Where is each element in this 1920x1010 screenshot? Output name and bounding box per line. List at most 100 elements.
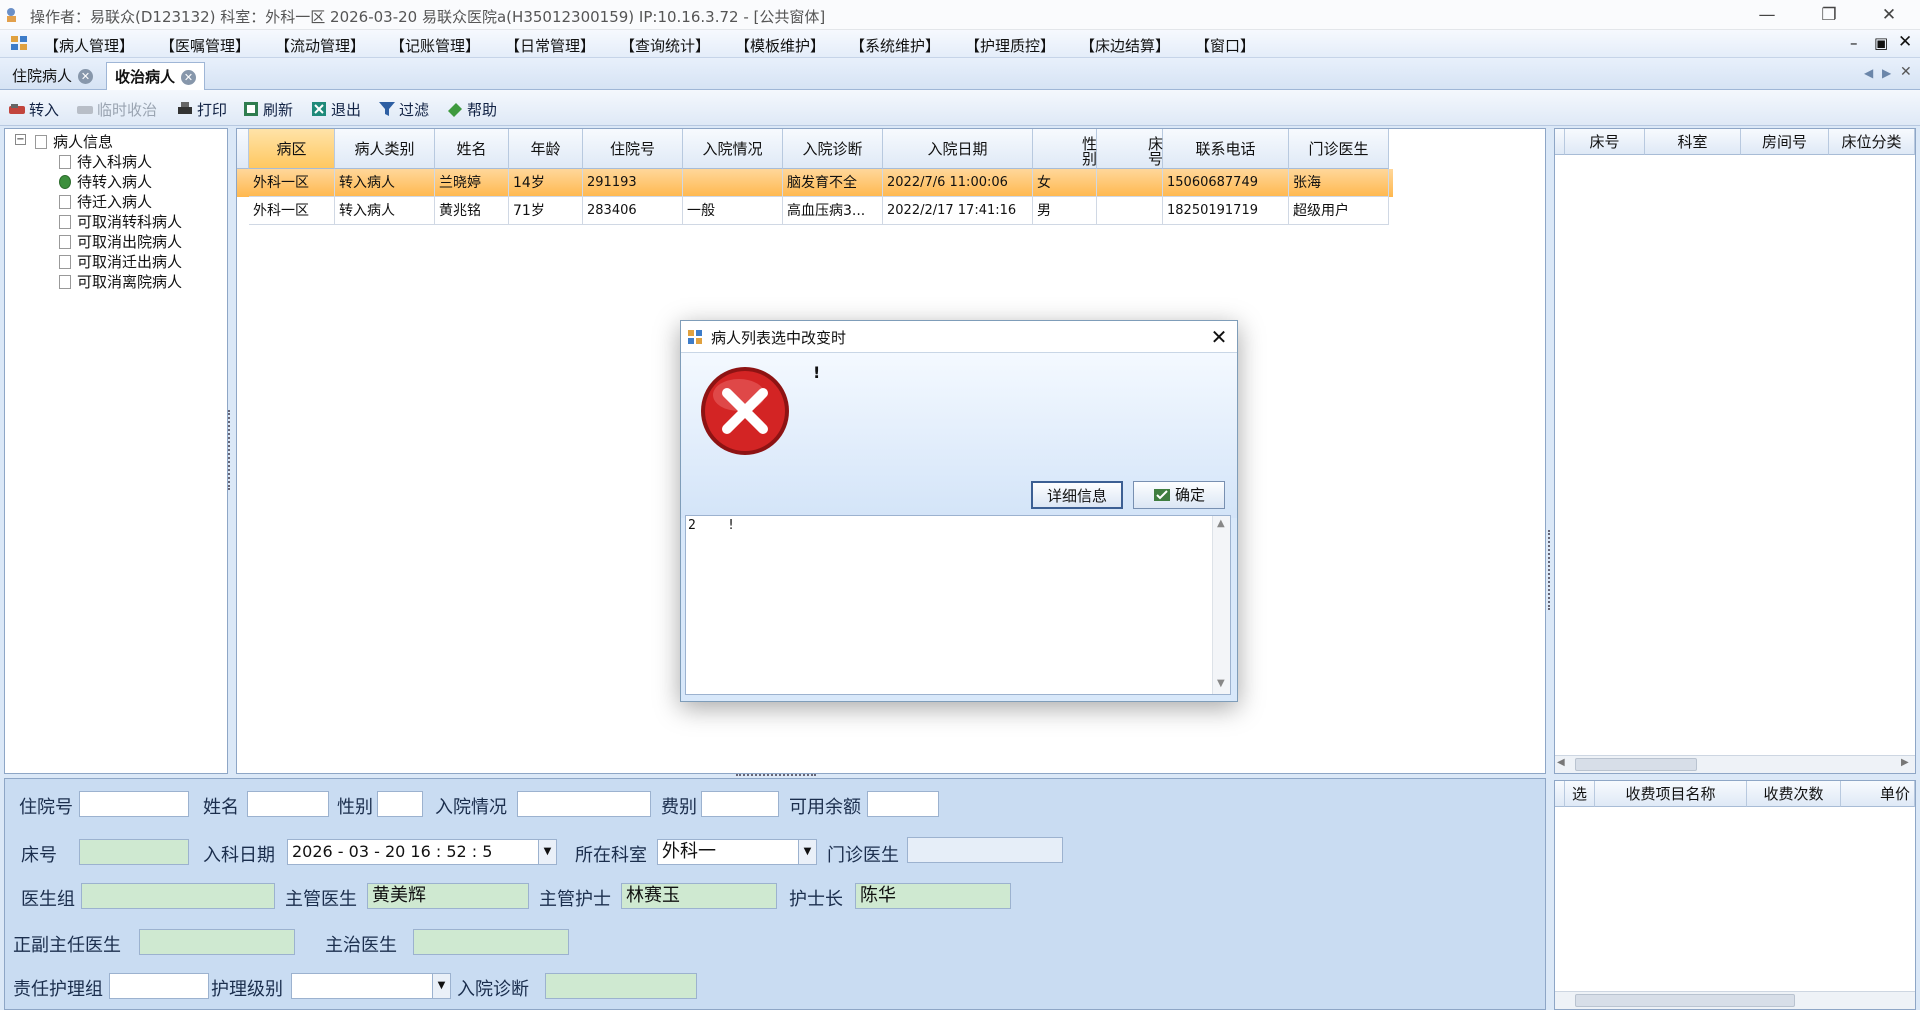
column-header[interactable]: 入院日期: [883, 129, 1033, 169]
scroll-up-icon[interactable]: ▲: [1217, 518, 1225, 529]
scrollbar-thumb[interactable]: [1575, 994, 1795, 1007]
horizontal-scrollbar[interactable]: ◀ ▶: [1555, 755, 1915, 773]
column-header[interactable]: 病人类别: [335, 129, 435, 169]
horizontal-scrollbar[interactable]: [1555, 991, 1915, 1009]
column-header[interactable]: 门诊医生: [1289, 129, 1389, 169]
fee-type-input[interactable]: [701, 791, 779, 817]
tree-item[interactable]: 可取消迁出病人: [59, 251, 182, 271]
mdi-minimize-button[interactable]: –: [1850, 34, 1858, 52]
scroll-right-icon[interactable]: ▶: [1901, 757, 1909, 768]
splitter-handle[interactable]: [1548, 530, 1552, 610]
tree-item[interactable]: 待转入病人: [59, 171, 152, 191]
menu-patient-management[interactable]: 【病人管理】: [44, 35, 134, 56]
menu-bedside-settlement[interactable]: 【床边结算】: [1080, 35, 1170, 56]
column-header[interactable]: 收费次数: [1747, 781, 1841, 807]
menu-nursing-qc[interactable]: 【护理质控】: [965, 35, 1055, 56]
chief-doctor-input[interactable]: [139, 929, 295, 955]
column-header[interactable]: 床号: [1565, 129, 1645, 155]
help-button[interactable]: 帮助: [446, 99, 497, 120]
restore-button[interactable]: ❐: [1806, 0, 1852, 30]
column-header[interactable]: 病区: [249, 129, 335, 169]
mdi-restore-button[interactable]: ▣: [1874, 34, 1888, 52]
menu-flow-management[interactable]: 【流动管理】: [275, 35, 365, 56]
transfer-in-button[interactable]: 转入: [8, 99, 59, 120]
menu-daily-management[interactable]: 【日常管理】: [505, 35, 595, 56]
details-textarea[interactable]: 2 ! ▲ ▼: [685, 515, 1231, 695]
tab-scroll-left-icon[interactable]: ◀: [1864, 66, 1873, 80]
column-header[interactable]: 科室: [1645, 129, 1741, 155]
mdi-close-button[interactable]: ✕: [1898, 32, 1912, 52]
column-header[interactable]: 入院情况: [683, 129, 783, 169]
scrollbar-thumb[interactable]: [1575, 758, 1697, 771]
dialog-close-button[interactable]: ✕: [1205, 323, 1233, 351]
gender-input[interactable]: [377, 791, 423, 817]
scroll-left-icon[interactable]: ◀: [1557, 757, 1565, 768]
menu-template-maintenance[interactable]: 【模板维护】: [735, 35, 825, 56]
dept-select[interactable]: 外科一 ▼: [657, 839, 817, 865]
close-tab-icon[interactable]: ✕: [181, 70, 197, 85]
dropdown-arrow-icon[interactable]: ▼: [538, 840, 556, 864]
tab-inpatients[interactable]: 住院病人 ✕: [4, 62, 101, 90]
tab-scroll-right-icon[interactable]: ▶: [1882, 66, 1891, 80]
nursing-level-select[interactable]: ▼: [291, 973, 451, 999]
diagnosis-input[interactable]: [545, 973, 697, 999]
balance-input[interactable]: [867, 791, 939, 817]
tab-close-all-icon[interactable]: ✕: [1900, 64, 1912, 80]
column-header[interactable]: 选: [1565, 781, 1595, 807]
tree-item[interactable]: 可取消离院病人: [59, 271, 182, 291]
column-header[interactable]: 年龄: [509, 129, 583, 169]
tree-collapse-icon[interactable]: −: [15, 134, 26, 145]
column-header[interactable]: 床号: [1097, 129, 1164, 169]
dropdown-arrow-icon[interactable]: ▼: [432, 974, 450, 998]
name-input[interactable]: [247, 791, 329, 817]
bed-no-input[interactable]: [79, 839, 189, 865]
splitter-handle[interactable]: [228, 410, 234, 490]
column-header[interactable]: 姓名: [435, 129, 509, 169]
head-nurse-input[interactable]: 陈华: [855, 883, 1011, 909]
admission-status-input[interactable]: [517, 791, 651, 817]
attending-doctor-input[interactable]: 黄美辉: [367, 883, 529, 909]
menu-system-maintenance[interactable]: 【系统维护】: [850, 35, 940, 56]
details-button[interactable]: 详细信息: [1031, 481, 1123, 509]
close-tab-icon[interactable]: ✕: [78, 69, 94, 84]
column-header[interactable]: 房间号: [1741, 129, 1829, 155]
tree-item[interactable]: 可取消出院病人: [59, 231, 182, 251]
print-button[interactable]: 打印: [176, 99, 227, 120]
refresh-button[interactable]: 刷新: [242, 99, 293, 120]
menu-billing-management[interactable]: 【记账管理】: [390, 35, 480, 56]
column-header[interactable]: 住院号: [583, 129, 683, 169]
tree-item[interactable]: 待入科病人: [59, 151, 152, 171]
dropdown-arrow-icon[interactable]: ▼: [798, 840, 816, 864]
column-header[interactable]: 性别: [1033, 129, 1098, 169]
temp-admit-button[interactable]: 临时收治: [76, 99, 157, 120]
nursing-group-input[interactable]: [109, 973, 209, 999]
app-menu-icon[interactable]: [10, 35, 28, 51]
scroll-down-icon[interactable]: ▼: [1217, 678, 1225, 689]
dept-date-picker[interactable]: 2026 - 03 - 20 16 : 52 : 5 ▼: [287, 839, 557, 865]
minimize-button[interactable]: —: [1744, 0, 1790, 30]
column-header[interactable]: 入院诊断: [783, 129, 883, 169]
close-window-button[interactable]: ✕: [1866, 0, 1912, 30]
tree-root[interactable]: 病人信息: [35, 131, 113, 151]
menu-window[interactable]: 【窗口】: [1195, 35, 1255, 56]
column-header[interactable]: 收费项目名称: [1595, 781, 1747, 807]
table-row[interactable]: 外科一区 转入病人 黄兆铭 71岁 283406 一般 高血压病3... 202…: [237, 197, 1393, 225]
exit-button[interactable]: 退出: [310, 99, 361, 120]
filter-button[interactable]: 过滤: [378, 99, 429, 120]
outpatient-doctor-input[interactable]: [907, 837, 1063, 863]
table-row[interactable]: 外科一区 转入病人 兰晓婷 14岁 291193 脑发育不全 2022/7/6 …: [237, 169, 1393, 197]
ok-button[interactable]: 确定: [1133, 481, 1225, 509]
column-header[interactable]: 联系电话: [1163, 129, 1289, 169]
column-header[interactable]: 单价: [1841, 781, 1915, 807]
admission-no-input[interactable]: [79, 791, 189, 817]
menu-query-statistics[interactable]: 【查询统计】: [620, 35, 710, 56]
doctor-group-input[interactable]: [81, 883, 275, 909]
treating-doctor-input[interactable]: [413, 929, 569, 955]
column-header[interactable]: 床位分类: [1829, 129, 1915, 155]
menu-order-management[interactable]: 【医嘱管理】: [160, 35, 250, 56]
attending-nurse-input[interactable]: 林赛玉: [621, 883, 777, 909]
tree-item[interactable]: 待迁入病人: [59, 191, 152, 211]
vertical-scrollbar[interactable]: ▲ ▼: [1212, 516, 1230, 694]
tree-item[interactable]: 可取消转科病人: [59, 211, 182, 231]
tab-admitted-patients[interactable]: 收治病人 ✕: [106, 62, 206, 90]
